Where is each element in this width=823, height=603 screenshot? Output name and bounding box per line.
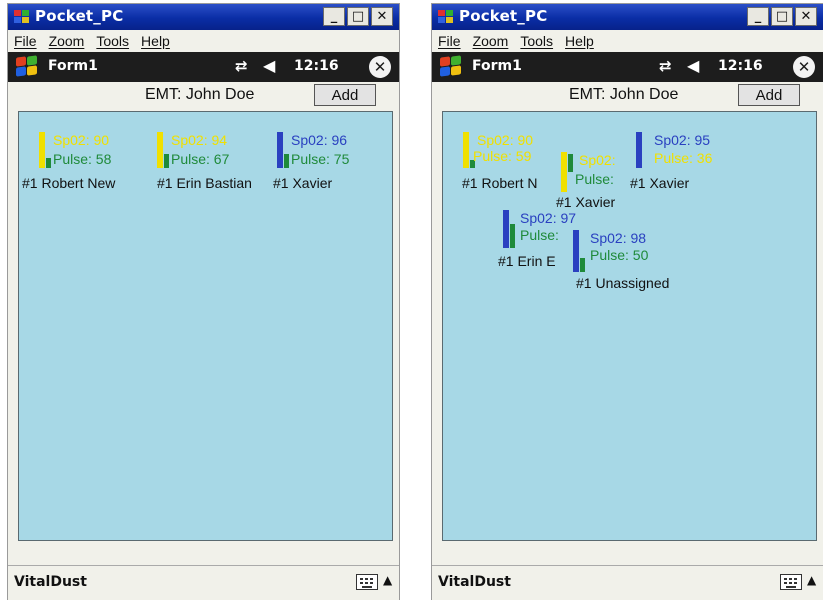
form-title: Form1 (48, 58, 98, 74)
add-button[interactable]: Add (314, 84, 376, 106)
spo2-reading: Sp02: (579, 152, 616, 168)
form-title: Form1 (472, 58, 522, 74)
pulse-bar (510, 224, 515, 248)
spo2-reading: Sp02: 90 (53, 132, 110, 148)
pulse-reading: Pulse: 75 (291, 151, 350, 167)
pulse-bar (284, 154, 289, 168)
close-window-button[interactable]: ✕ (795, 7, 817, 26)
menu-file[interactable]: File (438, 33, 461, 49)
spo2-reading: Sp02: 94 (171, 132, 228, 148)
menu-zoom[interactable]: Zoom (49, 33, 85, 49)
pulse-reading: Pulse: 67 (171, 151, 230, 167)
right-device-window: Pocket_PC _ □ ✕ File Zoom Tools Help For… (431, 3, 823, 600)
keyboard-icon[interactable] (780, 574, 802, 590)
device-status-bar: Form1 ⇄ ◀︎ 12:16 ✕ (432, 52, 823, 82)
spo2-reading: Sp02: 95 (654, 132, 711, 148)
patient-name: #1 Xavier (273, 175, 333, 191)
menu-bar: File Zoom Tools Help (8, 30, 399, 52)
spo2-reading: Sp02: 97 (520, 210, 577, 226)
minimize-button[interactable]: _ (323, 7, 345, 26)
minimize-button[interactable]: _ (747, 7, 769, 26)
patient-name: #1 Unassigned (576, 275, 670, 291)
pulse-bar (580, 258, 585, 272)
window-title: Pocket_PC (459, 7, 548, 25)
maximize-button[interactable]: □ (347, 7, 369, 26)
menu-zoom[interactable]: Zoom (473, 33, 509, 49)
pocket-pc-logo-icon (14, 10, 30, 24)
spo2-bar (157, 132, 163, 168)
pulse-bar (164, 154, 169, 168)
patient-name: #1 Robert N (462, 175, 538, 191)
menu-help[interactable]: Help (141, 33, 170, 49)
input-panel-arrow-icon[interactable]: ▲ (383, 573, 392, 587)
clock[interactable]: 12:16 (718, 58, 763, 74)
menu-bar: File Zoom Tools Help (432, 30, 823, 52)
keyboard-icon[interactable] (356, 574, 378, 590)
maximize-button[interactable]: □ (771, 7, 793, 26)
spo2-bar (573, 230, 579, 272)
patient-name: #1 Erin Bastian (157, 175, 252, 191)
title-bar: Pocket_PC _ □ ✕ (8, 4, 399, 30)
sensor-canvas[interactable]: Sp02: 90 Pulse: 59 #1 Robert N Sp02: Pul… (442, 111, 817, 541)
network-icon[interactable]: ⇄ (659, 57, 672, 75)
windows-start-icon[interactable] (14, 55, 40, 78)
emt-label: EMT: John Doe (145, 86, 255, 103)
spo2-bar (503, 210, 509, 248)
speaker-icon[interactable]: ◀︎ (687, 56, 699, 75)
close-icon[interactable]: ✕ (793, 56, 815, 78)
patient-name: #1 Xavier (556, 194, 616, 210)
spo2-bar (277, 132, 283, 168)
pulse-reading: Pulse: 36 (654, 150, 713, 166)
pulse-reading: Pulse: 59 (473, 148, 532, 164)
pulse-bar (568, 154, 573, 172)
bottom-app-name: VitalDust (14, 574, 87, 590)
menu-tools[interactable]: Tools (96, 33, 129, 49)
windows-start-icon[interactable] (438, 55, 464, 78)
emt-label: EMT: John Doe (569, 86, 679, 103)
spo2-bar (561, 152, 567, 192)
clock[interactable]: 12:16 (294, 58, 339, 74)
title-bar: Pocket_PC _ □ ✕ (432, 4, 823, 30)
pulse-reading: Pulse: 58 (53, 151, 112, 167)
patient-name: #1 Robert New (22, 175, 116, 191)
spo2-bar (463, 132, 469, 168)
spo2-bar (39, 132, 45, 168)
pulse-reading: Pulse: (520, 227, 559, 243)
pocket-pc-logo-icon (438, 10, 454, 24)
spo2-reading: Sp02: 96 (291, 132, 348, 148)
patient-name: #1 Erin E (498, 253, 556, 269)
add-button[interactable]: Add (738, 84, 800, 106)
input-panel-arrow-icon[interactable]: ▲ (807, 573, 816, 587)
network-icon[interactable]: ⇄ (235, 57, 248, 75)
menu-tools[interactable]: Tools (520, 33, 553, 49)
spo2-reading: Sp02: 90 (477, 132, 534, 148)
close-icon[interactable]: ✕ (369, 56, 391, 78)
spo2-bar (636, 132, 642, 168)
device-status-bar: Form1 ⇄ ◀︎ 12:16 ✕ (8, 52, 399, 82)
bottom-bar: VitalDust ▲ (432, 565, 823, 600)
pulse-reading: Pulse: (575, 171, 614, 187)
sensor-canvas[interactable]: Sp02: 90 Pulse: 58 #1 Robert New Sp02: 9… (18, 111, 393, 541)
pulse-reading: Pulse: 50 (590, 247, 649, 263)
patient-name: #1 Xavier (630, 175, 690, 191)
left-device-window: Pocket_PC _ □ ✕ File Zoom Tools Help For… (7, 3, 400, 600)
close-window-button[interactable]: ✕ (371, 7, 393, 26)
menu-help[interactable]: Help (565, 33, 594, 49)
menu-file[interactable]: File (14, 33, 37, 49)
window-title: Pocket_PC (35, 7, 124, 25)
spo2-reading: Sp02: 98 (590, 230, 647, 246)
bottom-app-name: VitalDust (438, 574, 511, 590)
pulse-bar (46, 158, 51, 168)
bottom-bar: VitalDust ▲ (8, 565, 399, 600)
speaker-icon[interactable]: ◀︎ (263, 56, 275, 75)
